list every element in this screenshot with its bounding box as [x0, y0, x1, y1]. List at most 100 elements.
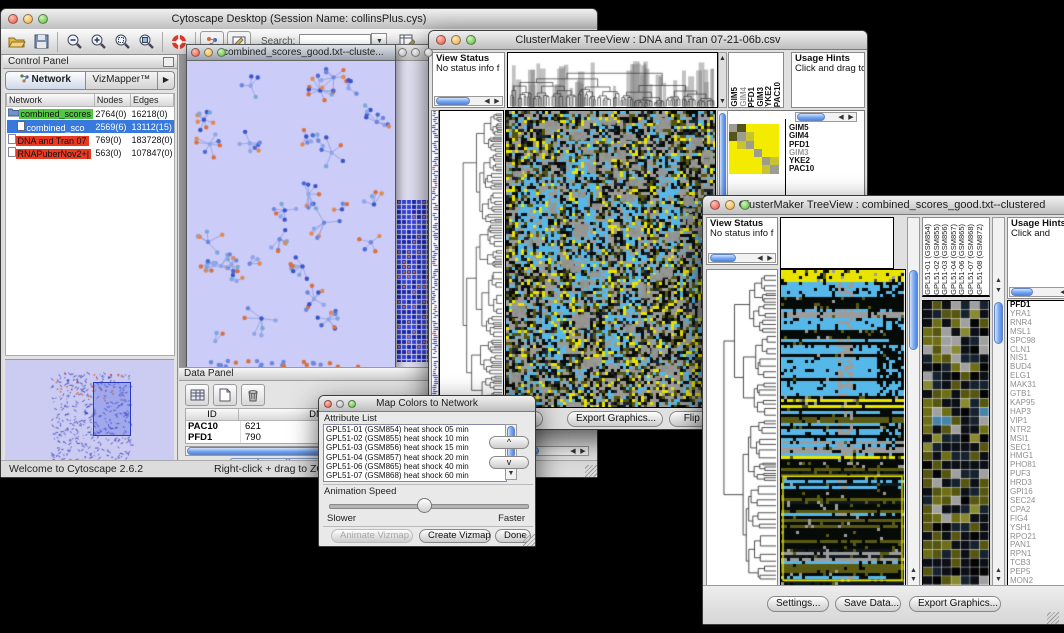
close-button[interactable]	[324, 400, 332, 408]
close-button[interactable]	[8, 14, 18, 24]
tab-vizmapper[interactable]: VizMapper™	[86, 71, 158, 90]
matrix-cell[interactable]	[770, 124, 778, 132]
tv2-zoom-heatmap[interactable]	[922, 300, 990, 586]
window-resize-grip[interactable]	[1047, 612, 1059, 624]
matrix-cell[interactable]	[754, 157, 762, 165]
matrix-cell[interactable]	[737, 141, 745, 149]
move-up-button[interactable]: ^	[489, 436, 529, 449]
matrix-cell[interactable]	[737, 149, 745, 157]
minimize-button[interactable]	[204, 48, 213, 57]
matrix-cell[interactable]	[762, 165, 770, 173]
matrix-cell[interactable]	[746, 141, 754, 149]
tv1-column-dendrogram[interactable]	[507, 52, 718, 108]
attribute-item[interactable]: GPL51-01 (GSM854) heat shock 05 min	[324, 425, 506, 434]
minimize-button[interactable]	[411, 48, 420, 57]
close-button[interactable]	[398, 48, 407, 57]
attribute-item[interactable]: GPL51-02 (GSM855) heat shock 10 min	[324, 434, 506, 443]
minimize-button[interactable]	[725, 200, 735, 210]
tv2-global-heatmap[interactable]	[780, 269, 906, 586]
matrix-cell[interactable]	[754, 132, 762, 140]
matrix-cell[interactable]	[754, 149, 762, 157]
zoom-window-button[interactable]	[740, 200, 750, 210]
matrix-cell[interactable]	[754, 165, 762, 173]
matrix-cell[interactable]	[762, 132, 770, 140]
matrix-cell[interactable]	[737, 132, 745, 140]
matrix-cell[interactable]	[746, 149, 754, 157]
zoom-out-icon[interactable]	[62, 31, 86, 53]
tv1-zoom-hscrollbar[interactable]: ◀▶	[795, 112, 857, 122]
col-edges[interactable]: Edges	[130, 94, 173, 107]
matrix-cell[interactable]	[746, 157, 754, 165]
matrix-cell[interactable]	[770, 149, 778, 157]
zoom-window-button[interactable]	[466, 35, 476, 45]
close-button[interactable]	[710, 200, 720, 210]
minimize-button[interactable]	[23, 14, 33, 24]
new-attribute-icon[interactable]	[213, 384, 237, 406]
data-col-id[interactable]: ID	[186, 409, 239, 420]
tv2-gene-dendrogram[interactable]	[706, 269, 778, 586]
matrix-cell[interactable]	[729, 132, 737, 140]
tv2-zoom-vscrollbar[interactable]: ▲▼ ▲▼	[992, 217, 1005, 586]
tab-overflow-button[interactable]: ▶	[158, 71, 175, 90]
save-data-button[interactable]: Save Data...	[835, 596, 901, 612]
matrix-cell[interactable]	[754, 141, 762, 149]
minimize-button[interactable]	[451, 35, 461, 45]
tv1-zoom-matrix[interactable]	[729, 124, 779, 174]
export-graphics-button[interactable]: Export Graphics...	[909, 596, 1001, 612]
dialog-titlebar[interactable]: Map Colors to Network	[319, 396, 535, 412]
matrix-cell[interactable]	[762, 124, 770, 132]
col-network[interactable]: Network	[7, 94, 95, 107]
network-row[interactable]: DNA and Tran 07 769(0) 183728(0)	[7, 133, 174, 146]
tv1-global-heatmap[interactable]	[505, 110, 716, 408]
tab-network[interactable]: Network	[5, 71, 86, 90]
view-status-hscrollbar[interactable]: ◀▶	[434, 96, 503, 106]
matrix-cell[interactable]	[762, 141, 770, 149]
matrix-cell[interactable]	[729, 165, 737, 173]
export-graphics-button[interactable]: Export Graphics...	[567, 411, 663, 427]
window-resize-grip[interactable]	[585, 465, 597, 477]
tv1-gene-dendrogram[interactable]	[439, 110, 504, 408]
speed-slider-thumb[interactable]	[417, 498, 432, 513]
zoom-window-button[interactable]	[348, 400, 356, 408]
zoom-fit-icon[interactable]	[134, 31, 158, 53]
matrix-cell[interactable]	[770, 157, 778, 165]
attribute-item[interactable]: GPL51-06 (GSM865) heat shock 40 min	[324, 462, 506, 471]
tv1-col-scroll-strip[interactable]: ▲▼	[718, 52, 727, 108]
attribute-list-vscrollbar[interactable]: ▲▼	[505, 424, 517, 480]
minimize-button[interactable]	[336, 400, 344, 408]
matrix-cell[interactable]	[762, 149, 770, 157]
open-file-icon[interactable]	[5, 31, 29, 53]
usage-hints-hscrollbar[interactable]: ◀▶	[1009, 287, 1064, 297]
attribute-item[interactable]: GPL51-04 (GSM857) heat shock 20 min	[324, 453, 506, 462]
dialog-resize-grip[interactable]	[523, 534, 535, 546]
animate-vizmap-button[interactable]: Animate Vizmap	[331, 529, 413, 543]
network-overview-thumbnail[interactable]	[5, 359, 174, 462]
close-button[interactable]	[191, 48, 200, 57]
attribute-list[interactable]: GPL51-01 (GSM854) heat shock 05 minGPL51…	[323, 424, 507, 482]
tv1-gene-label-strip[interactable]	[431, 110, 439, 408]
attribute-item[interactable]: GPL51-07 (GSM868) heat shock 60 min	[324, 471, 506, 480]
zoom-in-icon[interactable]	[86, 31, 110, 53]
matrix-cell[interactable]	[762, 157, 770, 165]
select-attributes-icon[interactable]	[185, 384, 209, 406]
settings-button[interactable]: Settings...	[767, 596, 829, 612]
matrix-cell[interactable]	[729, 157, 737, 165]
matrix-cell[interactable]	[737, 157, 745, 165]
tv1-titlebar[interactable]: ClusterMaker TreeView : DNA and Tran 07-…	[429, 31, 867, 50]
main-titlebar[interactable]: Cytoscape Desktop (Session Name: collins…	[1, 9, 597, 30]
network-row-selected[interactable]: combined_sco 2569(6) 13112(15)	[7, 120, 174, 133]
matrix-cell[interactable]	[737, 165, 745, 173]
delete-attribute-icon[interactable]	[241, 384, 265, 406]
zoom-window-button[interactable]	[217, 48, 226, 57]
matrix-cell[interactable]	[737, 124, 745, 132]
matrix-cell[interactable]	[729, 141, 737, 149]
network-row[interactable]: combined_scores 2764(0) 16218(0)	[7, 107, 174, 121]
matrix-cell[interactable]	[746, 124, 754, 132]
attribute-item[interactable]: GPL51-03 (GSM856) heat shock 15 min	[324, 443, 506, 452]
matrix-cell[interactable]	[770, 165, 778, 173]
matrix-cell[interactable]	[746, 165, 754, 173]
view-status-hscrollbar[interactable]: ◀▶	[708, 253, 776, 263]
zoom-window-button[interactable]	[424, 48, 433, 57]
matrix-cell[interactable]	[770, 141, 778, 149]
matrix-cell[interactable]	[754, 124, 762, 132]
